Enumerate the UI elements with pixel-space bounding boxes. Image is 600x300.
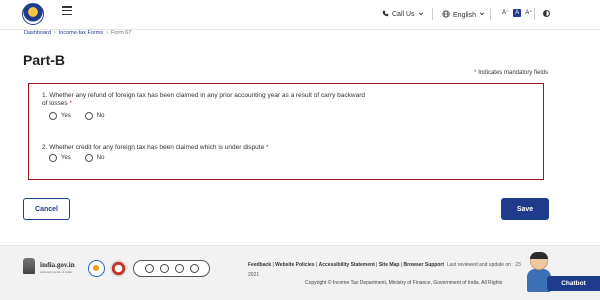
- copyright-text: Copyright © Income Tax Department, Minis…: [305, 280, 503, 286]
- question-1-options: Yes No: [49, 112, 104, 120]
- radio-button[interactable]: [49, 112, 57, 120]
- breadcrumb-current-form-67: Form 67: [110, 30, 132, 36]
- top-header: Call Us English A⁻ A A⁺: [0, 0, 600, 30]
- option-label: No: [96, 155, 105, 161]
- mandatory-fields-note: * Indicates mandatory fields: [474, 70, 548, 76]
- india-gov-logo[interactable]: india.gov.in national portal of india: [40, 261, 75, 274]
- required-asterisk: *: [266, 144, 269, 151]
- header-divider: [490, 8, 491, 20]
- question-2-text: 2. Whether credit for any foreign tax ha…: [42, 144, 265, 151]
- feedback-link[interactable]: Feedback: [248, 262, 271, 268]
- question-1-text: 1. Whether any refund of foreign tax has…: [42, 92, 366, 107]
- question-2-no-option[interactable]: No: [84, 154, 105, 162]
- font-size-controls: A⁻ A A⁺: [500, 9, 534, 17]
- income-tax-emblem-logo[interactable]: [22, 3, 44, 25]
- call-us-link[interactable]: Call Us: [382, 10, 424, 19]
- website-policies-link[interactable]: Website Policies: [275, 262, 314, 268]
- site-map-link[interactable]: Site Map: [379, 262, 400, 268]
- partner-logo: [189, 264, 199, 273]
- questions-panel: 1. Whether any refund of foreign tax has…: [28, 83, 544, 180]
- save-button[interactable]: Save: [501, 198, 549, 220]
- globe-icon: [442, 10, 450, 20]
- partner-logo: [174, 264, 184, 273]
- partner-logo: [159, 264, 169, 273]
- header-divider: [534, 8, 535, 20]
- option-label: Yes: [61, 113, 71, 119]
- accessibility-statement-link[interactable]: Accessibility Statement: [319, 262, 375, 268]
- breadcrumb-separator: ›: [106, 30, 108, 36]
- required-asterisk: *: [69, 100, 72, 107]
- required-asterisk: *: [474, 70, 477, 76]
- last-reviewed-year: 2021: [248, 272, 260, 278]
- partner-logo: [144, 264, 154, 273]
- partner-logo[interactable]: [110, 260, 127, 277]
- language-selector[interactable]: English: [442, 10, 485, 20]
- breadcrumb-income-tax-forms[interactable]: Income-tax Forms: [59, 30, 103, 36]
- breadcrumb: Dashboard › Income-tax Forms › Form 67: [24, 30, 131, 36]
- question-1: 1. Whether any refund of foreign tax has…: [42, 92, 372, 108]
- option-label: Yes: [61, 155, 71, 161]
- radio-button[interactable]: [84, 112, 93, 120]
- hamburger-menu-icon[interactable]: [62, 6, 72, 16]
- radio-button[interactable]: [84, 154, 93, 162]
- footer-links: Feedback | Website Policies | Accessibil…: [248, 262, 521, 278]
- question-2-yes-option[interactable]: Yes: [49, 154, 71, 162]
- chevron-down-icon: [479, 11, 485, 19]
- header-divider: [432, 8, 433, 20]
- font-normal-button[interactable]: A: [513, 9, 522, 17]
- question-2-options: Yes No: [49, 154, 104, 162]
- partner-logo-strip[interactable]: [133, 260, 210, 277]
- chevron-down-icon: [418, 11, 424, 19]
- mandatory-note-text: Indicates mandatory fields: [478, 70, 548, 76]
- page-title: Part-B: [23, 52, 66, 68]
- last-reviewed-text: Last reviewed and update on : 23: [446, 262, 521, 268]
- question-1-no-option[interactable]: No: [84, 112, 105, 120]
- call-us-label: Call Us: [392, 11, 415, 18]
- partner-logo[interactable]: [88, 260, 105, 277]
- question-2: 2. Whether credit for any foreign tax ha…: [42, 144, 269, 152]
- radio-button[interactable]: [49, 154, 57, 162]
- phone-icon: [382, 10, 389, 19]
- cancel-button[interactable]: Cancel: [23, 198, 70, 220]
- question-1-yes-option[interactable]: Yes: [49, 112, 71, 120]
- language-label: English: [453, 11, 476, 19]
- breadcrumb-dashboard[interactable]: Dashboard: [24, 30, 51, 36]
- contrast-icon[interactable]: [543, 10, 550, 17]
- breadcrumb-separator: ›: [53, 30, 56, 36]
- option-label: No: [96, 113, 105, 119]
- india-gov-title: india.gov.in: [40, 261, 75, 269]
- india-gov-subtitle: national portal of india: [40, 270, 72, 274]
- national-emblem-logo: [23, 258, 35, 274]
- font-increase-button[interactable]: A⁺: [523, 9, 534, 17]
- browser-support-link[interactable]: Browser Support: [403, 262, 444, 268]
- font-decrease-button[interactable]: A⁻: [500, 9, 511, 17]
- footer: india.gov.in national portal of india Fe…: [0, 245, 600, 300]
- chatbot-button[interactable]: Chatbot: [547, 276, 600, 291]
